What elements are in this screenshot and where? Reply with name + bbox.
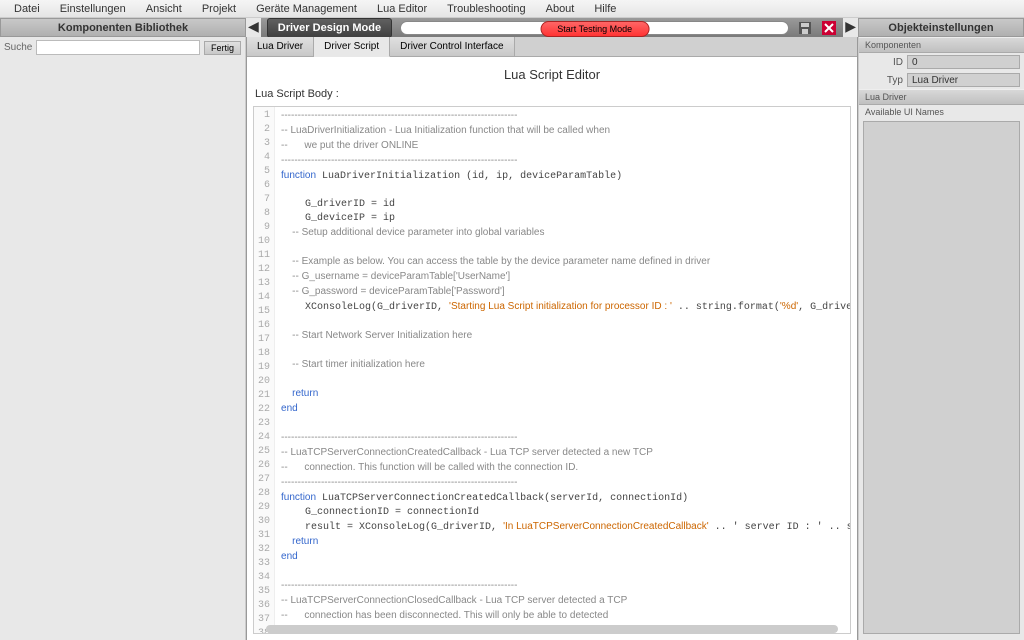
search-input[interactable] [36,40,200,55]
menubar: DateiEinstellungenAnsichtProjektGeräte M… [0,0,1024,18]
body-label: Lua Script Body : [247,86,857,106]
toolbar-search[interactable]: Start Testing Mode [400,21,789,35]
horizontal-scrollbar[interactable] [266,625,838,633]
luadriver-section: Lua Driver [859,89,1024,105]
available-names-list[interactable] [863,121,1020,634]
start-testing-button[interactable]: Start Testing Mode [540,21,649,37]
collapse-right-icon[interactable]: ▶ [843,18,858,37]
menu-about[interactable]: About [536,1,585,17]
menu-troubleshooting[interactable]: Troubleshooting [437,1,535,17]
close-icon[interactable] [821,20,837,36]
object-settings-header: Objekteinstellungen [858,18,1024,37]
library-header: Komponenten Bibliothek [0,18,246,37]
code-body[interactable]: ----------------------------------------… [275,107,850,633]
save-icon[interactable] [797,20,813,36]
mode-badge: Driver Design Mode [267,18,392,38]
menu-projekt[interactable]: Projekt [192,1,246,17]
toolbar: Driver Design Mode Start Testing Mode [261,18,843,37]
gutter: 1 2 3 4 5 6 7 8 9 10 11 12 13 14 15 16 1… [254,107,275,633]
typ-label: Typ [863,75,903,86]
menu-lua-editor[interactable]: Lua Editor [367,1,437,17]
menu-einstellungen[interactable]: Einstellungen [50,1,136,17]
object-settings-panel: Komponenten ID 0 Typ Lua Driver Lua Driv… [858,37,1024,640]
id-label: ID [863,57,903,68]
library-panel: Suche Fertig [0,37,246,640]
menu-hilfe[interactable]: Hilfe [584,1,626,17]
tab-driver-control-interface[interactable]: Driver Control Interface [390,37,514,56]
search-done-button[interactable]: Fertig [204,41,241,55]
components-section: Komponenten [859,37,1024,53]
search-label: Suche [4,42,32,53]
menu-ansicht[interactable]: Ansicht [136,1,192,17]
collapse-left-icon[interactable]: ◀ [246,18,261,37]
menu-geräte-management[interactable]: Geräte Management [246,1,367,17]
typ-field[interactable]: Lua Driver [907,73,1020,87]
code-editor[interactable]: 1 2 3 4 5 6 7 8 9 10 11 12 13 14 15 16 1… [253,106,851,634]
available-names-label: Available UI Names [859,105,1024,119]
tab-lua-driver[interactable]: Lua Driver [247,37,314,56]
menu-datei[interactable]: Datei [4,1,50,17]
tab-driver-script[interactable]: Driver Script [314,37,390,57]
tabs: Lua DriverDriver ScriptDriver Control In… [247,37,857,57]
editor-panel: Lua DriverDriver ScriptDriver Control In… [246,37,858,640]
editor-title: Lua Script Editor [247,57,857,86]
id-field[interactable]: 0 [907,55,1020,69]
